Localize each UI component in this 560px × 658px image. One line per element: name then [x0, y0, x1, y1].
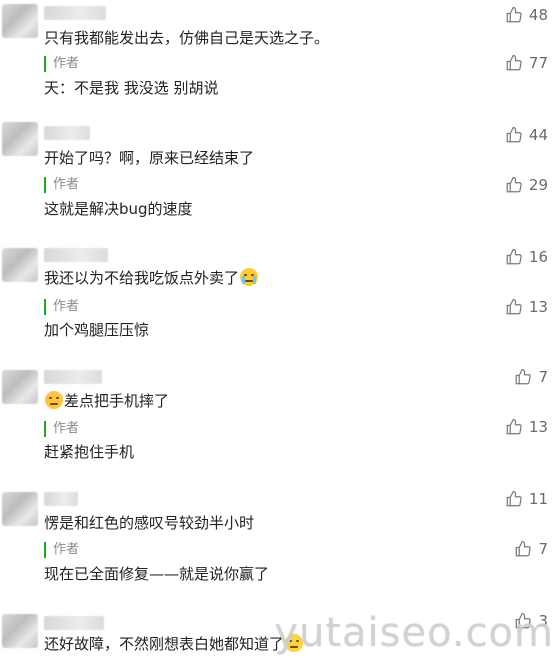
author-reply-text: 现在已全面修复——就是说你赢了 [44, 565, 270, 583]
like-count: 29 [528, 176, 548, 194]
thumbs-up-icon [506, 418, 522, 435]
nickname-blurred [44, 616, 104, 630]
like-button[interactable]: 11 [505, 490, 548, 508]
like-button[interactable]: 48 [505, 6, 548, 24]
thumbs-up-icon [506, 126, 522, 143]
comment-text: 开始了吗？啊，原来已经结束了 [44, 149, 255, 167]
like-count: 44 [528, 126, 548, 144]
nickname-blurred [44, 370, 102, 384]
like-count: 16 [528, 248, 548, 266]
thumbs-up-icon [506, 248, 522, 265]
author-reply-label: 作者 [44, 542, 79, 558]
thumbs-up-icon [506, 490, 522, 507]
author-reply-text: 赶紧抱住手机 [44, 443, 135, 461]
avatar[interactable] [2, 370, 38, 404]
comment-text-line: 差点把手机摔了 [44, 391, 169, 411]
avatar[interactable] [2, 492, 38, 526]
like-count: 13 [528, 418, 548, 436]
like-button[interactable]: 44 [505, 126, 548, 144]
avatar[interactable] [2, 248, 38, 282]
nickname-blurred [44, 248, 108, 262]
reply-like-button[interactable]: 7 [514, 540, 548, 558]
comment-text-line: 还好故障，不然刚想表白她都知道了 [44, 634, 304, 654]
comment-text: 还好故障，不然刚想表白她都知道了 [44, 635, 285, 653]
like-button[interactable]: 7 [514, 368, 548, 386]
like-count: 7 [538, 540, 548, 558]
thumbs-up-icon [506, 176, 522, 193]
comment-text-line: 我还以为不给我吃饭点外卖了 [44, 268, 259, 288]
like-count: 11 [528, 490, 548, 508]
thumbs-up-icon [516, 368, 532, 385]
like-count: 48 [528, 6, 548, 24]
unamused-face-emoji [45, 391, 63, 409]
avatar[interactable] [2, 4, 38, 38]
nickname-blurred [44, 6, 106, 20]
avatar[interactable] [2, 122, 38, 156]
author-reply-label: 作者 [44, 299, 79, 315]
comment-text: 差点把手机摔了 [64, 392, 170, 410]
like-count: 13 [528, 298, 548, 316]
comment-text: 只有我都能发出去，仿佛自己是天选之子。 [44, 29, 330, 47]
reply-like-button[interactable]: 13 [505, 298, 548, 316]
author-reply-label: 作者 [44, 56, 79, 72]
comment-text: 愣是和红色的感叹号较劲半小时 [44, 514, 255, 532]
comment-text: 我还以为不给我吃饭点外卖了 [44, 269, 240, 287]
author-reply-label: 作者 [44, 421, 79, 437]
like-count: 7 [538, 368, 548, 386]
reply-like-button[interactable]: 13 [505, 418, 548, 436]
thumbs-up-icon [516, 540, 532, 557]
author-reply-text: 天：不是我 我没选 别胡说 [44, 79, 219, 97]
crying-face-emoji [240, 268, 259, 286]
nickname-blurred [44, 492, 78, 506]
thumbs-up-icon [506, 298, 522, 315]
reply-like-button[interactable]: 77 [505, 54, 548, 72]
avatar[interactable] [2, 614, 38, 648]
like-count: 77 [528, 54, 548, 72]
watermark: yutaiseo.com [274, 610, 554, 656]
thumbs-up-icon [506, 6, 522, 23]
author-reply-text: 这就是解决bug的速度 [44, 200, 193, 218]
author-reply-label: 作者 [44, 177, 79, 193]
nickname-blurred [44, 126, 90, 140]
reply-like-button[interactable]: 29 [505, 176, 548, 194]
thumbs-up-icon [506, 54, 522, 71]
like-button[interactable]: 16 [505, 248, 548, 266]
author-reply-text: 加个鸡腿压压惊 [44, 321, 150, 339]
